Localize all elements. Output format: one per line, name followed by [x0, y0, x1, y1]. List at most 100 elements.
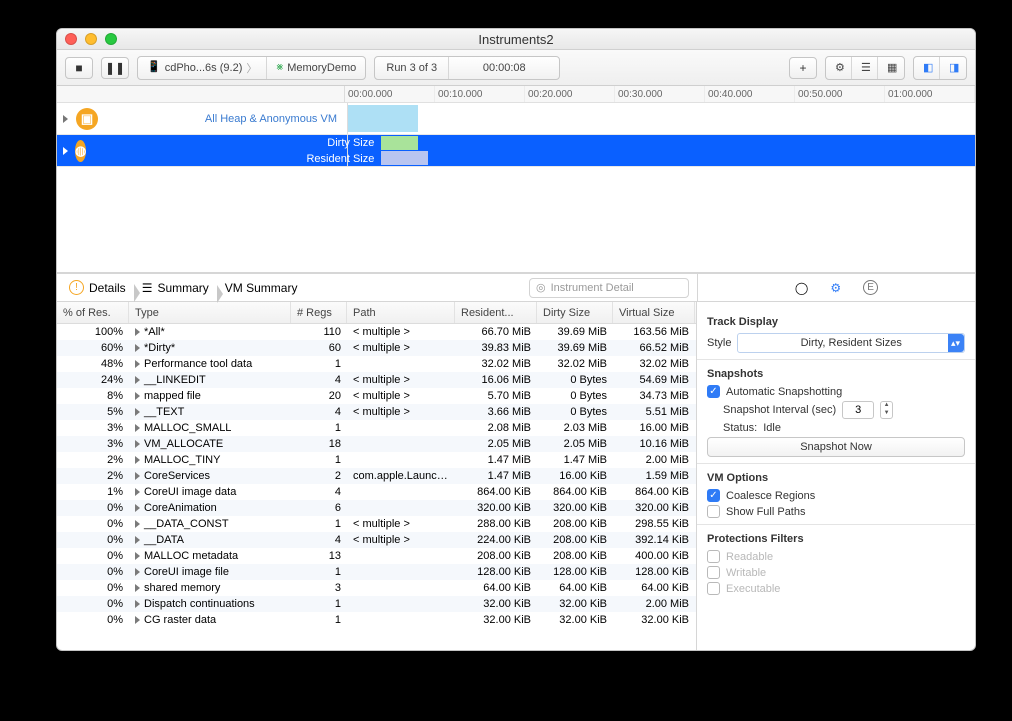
table-row[interactable]: 0%MALLOC metadata13208.00 KiB208.00 KiB4… [57, 548, 696, 564]
heading-vm-options: VM Options [707, 472, 965, 484]
table-row[interactable]: 0%CoreAnimation6320.00 KiB320.00 KiB320.… [57, 500, 696, 516]
table-row[interactable]: 0%shared memory364.00 KiB64.00 KiB64.00 … [57, 580, 696, 596]
left-panel-icon[interactable]: ◧ [914, 57, 940, 79]
inspector-tabs: ◯ ⚙ E [697, 274, 975, 301]
process-label: MemoryDemo [287, 62, 356, 74]
table-row[interactable]: 1%CoreUI image data4864.00 KiB864.00 KiB… [57, 484, 696, 500]
scope-icon: ◎ [536, 281, 546, 294]
pause-button[interactable]: ❚❚ [101, 57, 129, 79]
right-panel-icon[interactable]: ◨ [940, 57, 966, 79]
list-icon[interactable]: ☰ [852, 57, 878, 79]
time-ruler[interactable]: 00:00.000 00:10.000 00:20.000 00:30.000 … [57, 86, 975, 103]
interval-label: Snapshot Interval (sec) [723, 404, 836, 416]
display-settings-icon[interactable]: ⚙ [830, 282, 841, 294]
coalesce-label: Coalesce Regions [726, 490, 815, 502]
disclosure-icon[interactable] [63, 115, 69, 123]
info-icon: ! [69, 280, 84, 295]
track-label: All Heap & Anonymous VM [105, 113, 347, 125]
table-row[interactable]: 0%__DATA_CONST1< multiple >288.00 KiB208… [57, 516, 696, 532]
col-regs[interactable]: # Regs [291, 302, 347, 323]
status-label: Status: [723, 422, 757, 434]
table-row[interactable]: 0%CG raster data132.00 KiB32.00 KiB32.00… [57, 612, 696, 628]
readable-label: Readable [726, 551, 773, 563]
instruments-window: Instruments2 ■ ❚❚ 📱cdPho...6s (9.2)〉 ⨳Me… [56, 28, 976, 651]
auto-snapshot-checkbox[interactable]: ✓ [707, 385, 720, 398]
table-row[interactable]: 2%CoreServices2com.apple.Launch...1.47 M… [57, 468, 696, 484]
col-resident[interactable]: Resident... [455, 302, 537, 323]
crumb-summary[interactable]: ☰ Summary [136, 281, 219, 295]
device-label: cdPho...6s (9.2) [165, 62, 243, 74]
record-settings-icon[interactable]: ◯ [795, 282, 808, 294]
col-virtual[interactable]: Virtual Size [613, 302, 695, 323]
table-row[interactable]: 48%Performance tool data132.02 MiB32.02 … [57, 356, 696, 372]
detail-filter[interactable]: ◎ Instrument Detail [529, 278, 689, 298]
fullpaths-checkbox[interactable] [707, 505, 720, 518]
interval-input[interactable] [842, 401, 874, 419]
view-segmented[interactable]: ⚙ ☰ ▦ [825, 56, 905, 80]
executable-checkbox [707, 582, 720, 595]
table-row[interactable]: 3%VM_ALLOCATE182.05 MiB2.05 MiB10.16 MiB [57, 436, 696, 452]
device-icon: 📱 [147, 62, 161, 73]
table-row[interactable]: 100%*All*110< multiple >66.70 MiB39.69 M… [57, 324, 696, 340]
writable-checkbox [707, 566, 720, 579]
add-instrument-button[interactable]: + [789, 57, 817, 79]
timeline-empty-area [57, 167, 975, 273]
table-body: 100%*All*110< multiple >66.70 MiB39.69 M… [57, 324, 696, 650]
lower-pane: % of Res. Type # Regs Path Resident... D… [57, 302, 975, 650]
vm-badge-icon: ◍ [75, 140, 86, 162]
executable-label: Executable [726, 583, 780, 595]
traffic-lights [65, 33, 117, 45]
zoom-icon[interactable] [105, 33, 117, 45]
table-row[interactable]: 2%MALLOC_TINY11.47 MiB1.47 MiB2.00 MiB [57, 452, 696, 468]
col-type[interactable]: Type [129, 302, 291, 323]
window-title: Instruments2 [478, 32, 553, 47]
minimize-icon[interactable] [85, 33, 97, 45]
table-row[interactable]: 0%__DATA4< multiple >224.00 KiB208.00 Ki… [57, 532, 696, 548]
elapsed-time: 00:00:08 [449, 57, 559, 79]
status-value: Idle [763, 422, 781, 434]
disclosure-icon[interactable] [63, 147, 68, 155]
vm-table: % of Res. Type # Regs Path Resident... D… [57, 302, 697, 650]
col-dirty[interactable]: Dirty Size [537, 302, 613, 323]
extended-detail-icon[interactable]: E [863, 280, 878, 295]
table-row[interactable]: 0%Dispatch continuations132.00 KiB32.00 … [57, 596, 696, 612]
snapshot-now-button[interactable]: Snapshot Now [707, 437, 965, 457]
table-row[interactable]: 24%__LINKEDIT4< multiple >16.06 MiB0 Byt… [57, 372, 696, 388]
fullpaths-label: Show Full Paths [726, 506, 805, 518]
readable-checkbox [707, 550, 720, 563]
col-percent[interactable]: % of Res. [57, 302, 129, 323]
grid-icon[interactable]: ▦ [878, 57, 904, 79]
ruler-tick: 01:00.000 [885, 86, 975, 102]
allocations-badge-icon: ▣ [76, 108, 98, 130]
run-label: Run 3 of 3 [375, 57, 449, 79]
table-row[interactable]: 3%MALLOC_SMALL12.08 MiB2.03 MiB16.00 MiB [57, 420, 696, 436]
ruler-tick: 00:40.000 [705, 86, 795, 102]
style-select[interactable]: Dirty, Resident Sizes▴▾ [737, 333, 965, 353]
writable-label: Writable [726, 567, 766, 579]
crumb-details[interactable]: ! Details [63, 280, 136, 295]
target-selector[interactable]: 📱cdPho...6s (9.2)〉 ⨳MemoryDemo [137, 56, 366, 80]
detail-bar: ! Details ☰ Summary VM Summary ◎ Instrum… [57, 274, 975, 302]
heading-track-display: Track Display [707, 316, 965, 328]
coalesce-checkbox[interactable]: ✓ [707, 489, 720, 502]
auto-snapshot-label: Automatic Snapshotting [726, 386, 842, 398]
run-display: Run 3 of 3 00:00:08 [374, 56, 560, 80]
panel-toggle[interactable]: ◧ ◨ [913, 56, 967, 80]
close-icon[interactable] [65, 33, 77, 45]
table-row[interactable]: 60%*Dirty*60< multiple >39.83 MiB39.69 M… [57, 340, 696, 356]
interval-stepper[interactable]: ▲▼ [880, 401, 893, 419]
gear-icon[interactable]: ⚙ [826, 57, 852, 79]
table-row[interactable]: 0%CoreUI image file1128.00 KiB128.00 KiB… [57, 564, 696, 580]
table-row[interactable]: 5%__TEXT4< multiple >3.66 MiB0 Bytes5.51… [57, 404, 696, 420]
titlebar: Instruments2 [57, 29, 975, 50]
track-sublabel: Dirty Size [93, 137, 384, 149]
track-allocations[interactable]: ▣ All Heap & Anonymous VM [57, 103, 975, 135]
heading-snapshots: Snapshots [707, 368, 965, 380]
record-stop-button[interactable]: ■ [65, 57, 93, 79]
col-path[interactable]: Path [347, 302, 455, 323]
table-row[interactable]: 8%mapped file20< multiple >5.70 MiB0 Byt… [57, 388, 696, 404]
table-header: % of Res. Type # Regs Path Resident... D… [57, 302, 696, 324]
track-vm-tracker[interactable]: ◍ Dirty Size Resident Size [57, 135, 975, 167]
crumb-vm-summary[interactable]: VM Summary [219, 281, 308, 295]
track-sublabel: Resident Size [93, 153, 384, 165]
